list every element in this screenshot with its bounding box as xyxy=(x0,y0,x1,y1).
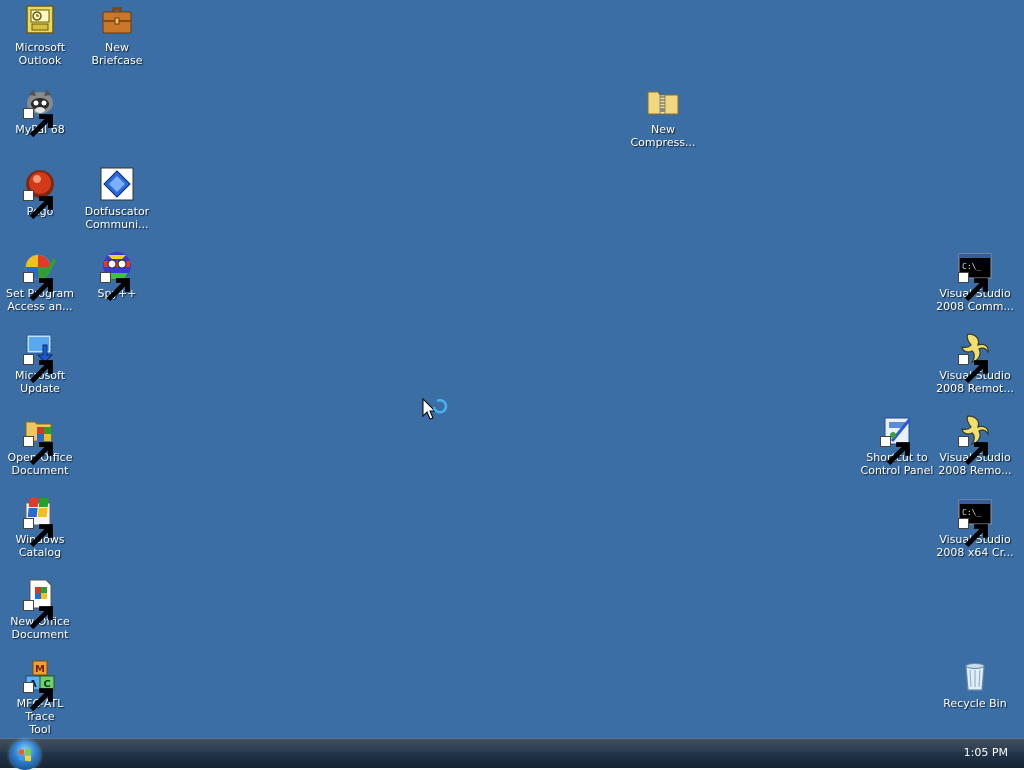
icon-label: Microsoft Outlook xyxy=(14,41,66,67)
recycle-bin-icon xyxy=(958,659,992,693)
shortcut-arrow-icon xyxy=(23,272,53,302)
shortcut-arrow-icon xyxy=(23,354,53,384)
taskbar: 1:05 PM xyxy=(0,738,1024,770)
briefcase-icon xyxy=(100,3,134,37)
desktop-icon-microsoft-outlook[interactable]: Microsoft Outlook xyxy=(1,3,79,67)
svg-text:C:\_: C:\_ xyxy=(962,262,981,271)
icon-label: New Briefcase xyxy=(91,41,143,67)
shortcut-arrow-icon xyxy=(23,436,53,466)
windows-catalog-icon xyxy=(23,495,57,548)
icon-label: Dotfuscator Communi... xyxy=(84,205,150,231)
command-prompt-icon: C:\_ xyxy=(958,495,992,548)
new-office-doc-icon xyxy=(23,577,57,630)
outlook-icon xyxy=(23,3,57,37)
desktop-icon-mypal-68[interactable]: MyPal 68 xyxy=(1,85,79,138)
desktop-icon-new-compressed-folder[interactable]: New Compress... xyxy=(624,85,702,149)
start-button[interactable] xyxy=(10,740,40,770)
remote-debugger-icon xyxy=(958,413,992,466)
control-panel-icon xyxy=(880,413,914,466)
shortcut-arrow-icon xyxy=(23,518,53,548)
desktop-icon-dotfuscator[interactable]: Dotfuscator Communi... xyxy=(78,167,156,231)
desktop-icon-windows-catalog[interactable]: Windows Catalog xyxy=(1,495,79,559)
desktop-icon-new-office-document[interactable]: New Office Document xyxy=(1,577,79,641)
shortcut-arrow-icon xyxy=(958,272,988,302)
windows-update-icon xyxy=(23,331,57,384)
remote-debugger-icon xyxy=(958,331,992,384)
pego-icon xyxy=(23,167,57,220)
shortcut-arrow-icon xyxy=(958,518,988,548)
desktop-icon-pego[interactable]: Pego xyxy=(1,167,79,220)
taskbar-clock[interactable]: 1:05 PM xyxy=(964,746,1008,760)
shortcut-arrow-icon xyxy=(958,436,988,466)
command-prompt-icon: C:\_ xyxy=(958,249,992,302)
desktop[interactable]: Microsoft Outlook MyPal 68 Pego Set Prog… xyxy=(0,0,1024,738)
mfc-atl-icon: MAC xyxy=(23,659,57,712)
svg-text:M: M xyxy=(35,664,45,675)
desktop-icon-set-program-access[interactable]: Set Program Access an... xyxy=(1,249,79,313)
shortcut-arrow-icon xyxy=(23,190,53,220)
desktop-icon-new-briefcase[interactable]: New Briefcase xyxy=(78,3,156,67)
desktop-icon-spy-plus-plus[interactable]: Spy++ xyxy=(78,249,156,302)
start-orb-icon xyxy=(19,748,31,762)
desktop-icon-recycle-bin[interactable]: Recycle Bin xyxy=(936,659,1014,710)
open-office-doc-icon xyxy=(23,413,57,466)
shortcut-arrow-icon xyxy=(23,108,53,138)
busy-arrow-cursor-icon xyxy=(422,397,448,424)
shortcut-arrow-icon xyxy=(23,682,53,712)
shortcut-arrow-icon xyxy=(23,600,53,630)
desktop-icon-microsoft-update[interactable]: Microsoft Update xyxy=(1,331,79,395)
svg-text:C:\_: C:\_ xyxy=(962,508,981,517)
program-access-icon xyxy=(23,249,57,302)
shortcut-arrow-icon xyxy=(880,436,910,466)
icon-label: New Compress... xyxy=(630,123,696,149)
icon-label: Recycle Bin xyxy=(943,697,1007,710)
zip-folder-icon xyxy=(646,85,680,119)
desktop-icon-open-office-document[interactable]: Open Office Document xyxy=(1,413,79,477)
desktop-icon-vs2008-remote-2[interactable]: Visual Studio 2008 Remo... xyxy=(936,413,1014,477)
taskbar-gloss xyxy=(0,739,1024,752)
desktop-icon-vs2008-x64-cross[interactable]: C:\_ Visual Studio 2008 x64 Cr... xyxy=(936,495,1014,559)
spy-icon xyxy=(100,249,134,302)
shortcut-arrow-icon xyxy=(100,272,130,302)
desktop-icon-vs2008-command-prompt[interactable]: C:\_ Visual Studio 2008 Comm... xyxy=(936,249,1014,313)
mypal-raccoon-icon xyxy=(23,85,57,138)
desktop-icon-shortcut-control-panel[interactable]: Shortcut to Control Panel xyxy=(858,413,936,477)
dotfuscator-icon xyxy=(100,167,134,201)
shortcut-arrow-icon xyxy=(958,354,988,384)
desktop-icon-mfc-atl-trace[interactable]: MAC MFC-ATL Trace Tool xyxy=(1,659,79,736)
desktop-icon-vs2008-remote-1[interactable]: Visual Studio 2008 Remot... xyxy=(936,331,1014,395)
